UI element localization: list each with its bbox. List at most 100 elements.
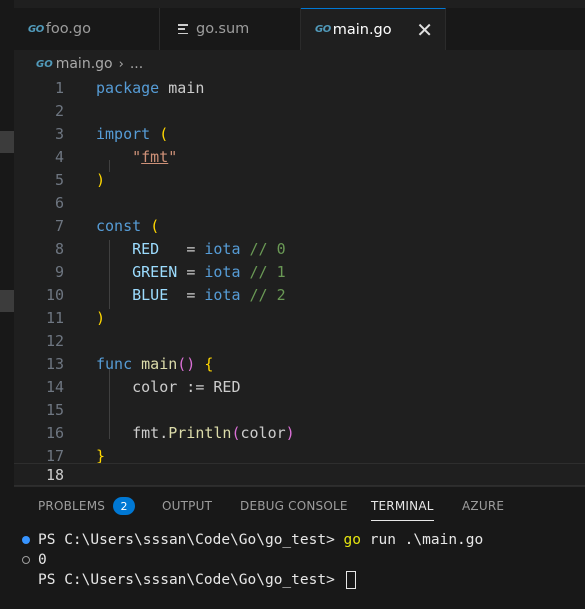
strip-marker xyxy=(0,290,14,312)
lines-icon xyxy=(178,24,188,34)
line-number: 15 xyxy=(45,400,64,419)
code-token: iota xyxy=(204,285,241,304)
code-line: 3 import ( xyxy=(14,122,585,145)
go-file-icon: GO xyxy=(28,23,44,35)
code-token: ) xyxy=(285,423,295,442)
line-number: 16 xyxy=(45,423,64,442)
line-number: 9 xyxy=(54,262,64,281)
tab-label: DEBUG CONSOLE xyxy=(240,499,348,513)
code-token: color := RED xyxy=(96,377,241,396)
line-number: 17 xyxy=(45,446,64,465)
code-token: iota xyxy=(204,262,241,281)
panel-tab-bar: PROBLEMS 2 OUTPUT DEBUG CONSOLE TERMINAL… xyxy=(14,487,585,525)
code-token: package xyxy=(96,78,160,97)
code-token: ) xyxy=(96,170,106,189)
tab-main-go[interactable]: GO main.go ✕ xyxy=(301,8,446,50)
code-line: 13 func main() { xyxy=(14,352,585,375)
code-token: ( xyxy=(150,216,160,235)
code-token: main xyxy=(141,354,178,373)
code-line: 9 GREEN = iota // 1 xyxy=(14,260,585,283)
code-line: 16 fmt.Println(color) xyxy=(14,421,585,444)
line-number: 12 xyxy=(45,331,64,350)
tab-foo-go[interactable]: GO foo.go xyxy=(14,8,160,50)
code-token: GREEN xyxy=(96,262,187,281)
command-success-dot-icon[interactable] xyxy=(22,536,30,544)
code-line: 5 ) xyxy=(14,168,585,191)
close-icon[interactable]: ✕ xyxy=(416,18,433,42)
problems-count-badge: 2 xyxy=(113,497,136,515)
tab-terminal[interactable]: TERMINAL xyxy=(371,487,434,525)
code-line: 6 xyxy=(14,191,585,214)
go-file-icon: GO xyxy=(315,24,331,35)
line-number: 4 xyxy=(54,147,64,166)
strip-marker xyxy=(0,131,14,153)
breadcrumb-more[interactable]: ... xyxy=(130,56,143,72)
activity-strip xyxy=(0,0,14,609)
line-number: 3 xyxy=(54,124,64,143)
terminal-command: go xyxy=(343,532,362,548)
line-number: 18 xyxy=(45,465,64,484)
code-line: 12 xyxy=(14,329,585,352)
line-number: 10 xyxy=(45,285,64,304)
tab-label: main.go xyxy=(332,21,392,38)
code-token: iota xyxy=(204,239,241,258)
terminal-line: 0 xyxy=(38,550,47,570)
terminal-line: PS C:\Users\sssan\Code\Go\go_test> go ru… xyxy=(38,530,483,550)
terminal-line: PS C:\Users\sssan\Code\Go\go_test> xyxy=(38,570,356,590)
code-line: 7 const ( xyxy=(14,214,585,237)
chevron-right-icon: › xyxy=(118,56,124,72)
line-number: 11 xyxy=(45,308,64,327)
code-token: fmt xyxy=(141,147,169,166)
tab-label: TERMINAL xyxy=(371,499,434,513)
code-token: fmt. xyxy=(96,423,169,442)
code-line: 15 xyxy=(14,398,585,421)
code-token: RED xyxy=(96,239,187,258)
line-number: 7 xyxy=(54,216,64,235)
tab-output[interactable]: OUTPUT xyxy=(162,487,212,525)
code-token: main xyxy=(159,78,205,97)
breadcrumb: GO main.go › ... xyxy=(36,53,143,75)
code-token: // 1 xyxy=(240,262,286,281)
code-editor[interactable]: 1 package main 2 3 import ( 4 "fmt" 5 ) … xyxy=(14,76,585,486)
current-code-line: 18 xyxy=(14,463,585,486)
breadcrumb-file[interactable]: main.go xyxy=(56,56,113,72)
code-token: color xyxy=(240,423,286,442)
code-token: = xyxy=(186,239,205,258)
code-token: " xyxy=(132,147,142,166)
code-token: ) xyxy=(96,308,106,327)
code-token: ( xyxy=(231,423,241,442)
code-line: 4 "fmt" xyxy=(14,145,585,168)
bottom-panel: PROBLEMS 2 OUTPUT DEBUG CONSOLE TERMINAL… xyxy=(14,486,585,609)
code-token: { xyxy=(204,354,214,373)
code-token: import xyxy=(96,124,151,143)
code-line: 1 package main xyxy=(14,76,585,99)
code-line: 11 ) xyxy=(14,306,585,329)
command-decoration-icon[interactable] xyxy=(22,556,30,564)
line-number: 14 xyxy=(45,377,64,396)
line-number: 5 xyxy=(54,170,64,189)
code-line: 10 BLUE = iota // 2 xyxy=(14,283,585,306)
terminal-prompt: PS C:\Users\sssan\Code\Go\go_test> xyxy=(38,572,344,588)
code-token: // 2 xyxy=(240,285,286,304)
code-token: // 0 xyxy=(240,239,286,258)
tab-go-sum[interactable]: go.sum xyxy=(160,8,301,50)
code-token: func xyxy=(96,354,133,373)
tab-label: PROBLEMS xyxy=(38,499,106,513)
tab-azure[interactable]: AZURE xyxy=(462,487,504,525)
tab-problems[interactable]: PROBLEMS 2 xyxy=(38,487,136,525)
code-line: 2 xyxy=(14,99,585,122)
terminal-cursor xyxy=(345,571,356,589)
line-number: 8 xyxy=(54,239,64,258)
code-token: } xyxy=(96,446,106,465)
code-line: 8 RED = iota // 0 xyxy=(14,237,585,260)
line-number: 13 xyxy=(45,354,64,373)
line-number: 2 xyxy=(54,101,64,120)
terminal-command-args: run .\main.go xyxy=(361,532,484,548)
code-token: BLUE xyxy=(96,285,187,304)
code-token: ( xyxy=(159,124,169,143)
editor-tab-bar: GO foo.go go.sum GO main.go ✕ xyxy=(14,8,585,50)
code-token: const xyxy=(96,216,142,235)
terminal-prompt: PS C:\Users\sssan\Code\Go\go_test> xyxy=(38,532,344,548)
tab-debug-console[interactable]: DEBUG CONSOLE xyxy=(240,487,348,525)
